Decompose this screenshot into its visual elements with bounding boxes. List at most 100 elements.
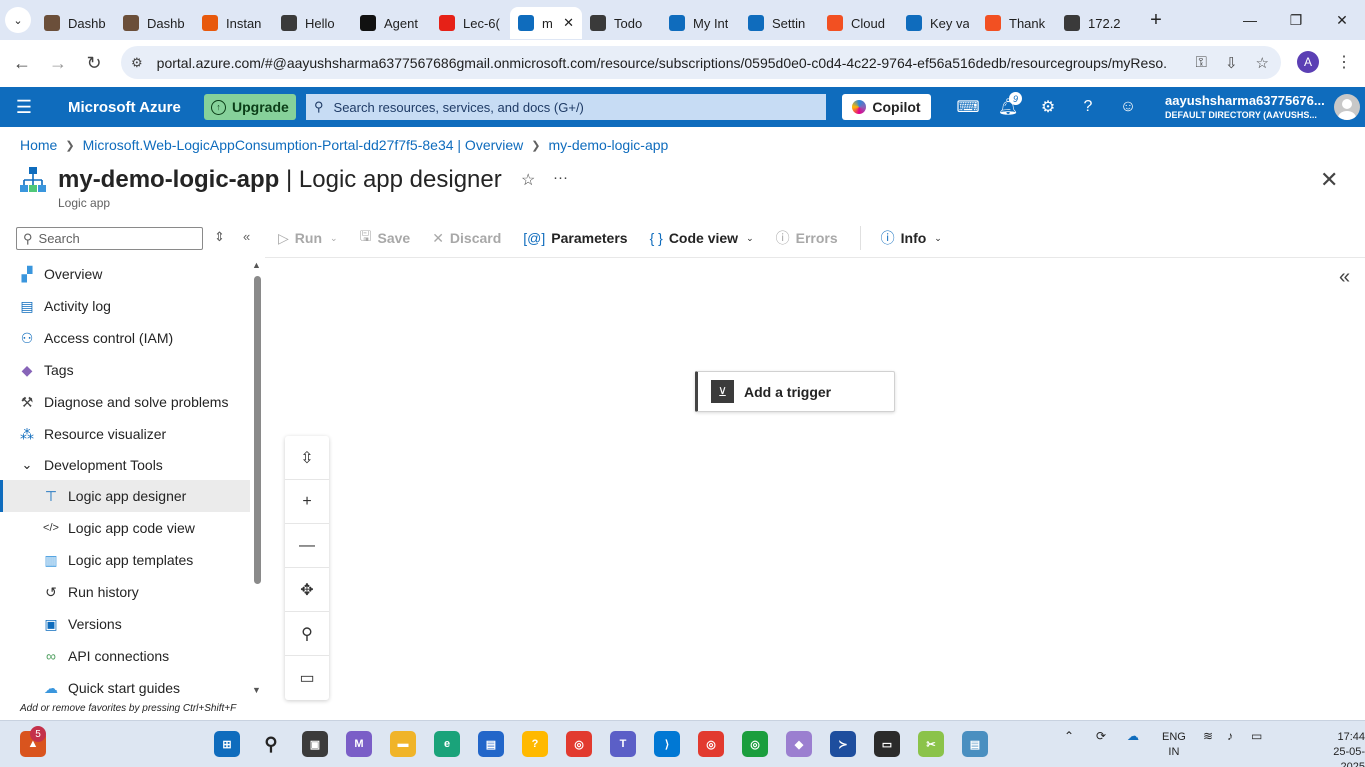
sidebar-group-development-tools[interactable]: ⌄ Development Tools (0, 450, 250, 480)
edge-icon[interactable]: e (434, 731, 460, 757)
back-button[interactable]: ← (4, 45, 40, 81)
breadcrumb-current[interactable]: my-demo-logic-app (549, 137, 669, 153)
browser-profile-avatar[interactable]: A (1297, 51, 1319, 73)
battery-icon[interactable]: ▭ (1251, 729, 1262, 743)
fit-to-screen-icon[interactable]: ⇳ (285, 436, 329, 480)
browser-tab[interactable]: My Int (661, 7, 740, 39)
breadcrumb-parent[interactable]: Microsoft.Web-LogicAppConsumption-Portal… (83, 137, 524, 153)
help-icon[interactable]: ? (1068, 87, 1108, 127)
zoom-in-icon[interactable]: + (285, 480, 329, 524)
zoom-out-icon[interactable]: — (285, 524, 329, 568)
sidebar-item-resource-visualizer[interactable]: ⁂ Resource visualizer (0, 418, 250, 450)
install-app-icon[interactable]: ⇩ (1225, 54, 1238, 72)
close-window-button[interactable]: ✕ (1319, 0, 1365, 40)
browser-tab[interactable]: 172.2 (1056, 7, 1135, 39)
taskbar-search-icon[interactable]: ⚲ (258, 731, 284, 757)
menu-search-input[interactable]: ⚲ Search (16, 227, 203, 250)
browser-tab[interactable]: m ✕ (510, 7, 582, 39)
info-button[interactable]: ⓘ Info ⌄ (881, 228, 942, 248)
search-canvas-icon[interactable]: ⚲ (285, 612, 329, 656)
browser-menu-icon[interactable]: ⋮ (1336, 52, 1352, 72)
browser-tab[interactable]: Dashb (36, 7, 115, 39)
browser-tab[interactable]: Lec-6( (431, 7, 510, 39)
wifi-icon[interactable]: ≋ (1203, 729, 1213, 743)
close-tab-icon[interactable]: ✕ (563, 15, 574, 31)
tab-search-button[interactable]: ⌄ (0, 0, 36, 40)
teams-icon[interactable]: T (610, 731, 636, 757)
sidebar-item-run-history[interactable]: ↺ Run history (0, 576, 250, 608)
store-icon[interactable]: ▤ (478, 731, 504, 757)
browser-tab[interactable]: Dashb (115, 7, 194, 39)
run-button[interactable]: ▷ Run ⌄ (278, 230, 338, 247)
chrome-icon[interactable]: ◎ (566, 731, 592, 757)
sidebar-item-diagnose-and-solve-problems[interactable]: ⚒ Diagnose and solve problems (0, 386, 250, 418)
m365-icon[interactable]: M (346, 731, 372, 757)
task-view-icon[interactable]: ▣ (302, 731, 328, 757)
close-blade-icon[interactable]: ✕ (1320, 167, 1338, 193)
browser-tab[interactable]: Todo (582, 7, 661, 39)
favorite-star-icon[interactable]: ☆ (521, 170, 535, 190)
sidebar-item-tags[interactable]: ◆ Tags (0, 354, 250, 386)
system-clock[interactable]: 17:44 25-05-2025 (1311, 730, 1365, 767)
restore-button[interactable]: ❐ (1273, 0, 1319, 40)
site-info-icon[interactable]: ⚙ (131, 55, 143, 71)
sidebar-item-logic-app-code-view[interactable]: </> Logic app code view (0, 512, 250, 544)
add-trigger-card[interactable]: ⊻ Add a trigger (695, 371, 895, 412)
account-avatar[interactable] (1334, 94, 1360, 120)
sync-icon[interactable]: ⟳ (1096, 729, 1106, 743)
copilot-taskbar-icon[interactable]: ? (522, 731, 548, 757)
portal-menu-icon[interactable]: ☰ (0, 97, 48, 118)
sidebar-item-logic-app-designer[interactable]: ⊤ Logic app designer (0, 480, 250, 512)
browser-tab[interactable]: Settin (740, 7, 819, 39)
account-menu[interactable]: aayushsharma63775676... DEFAULT DIRECTOR… (1165, 93, 1325, 120)
onedrive-icon[interactable]: ☁ (1127, 729, 1139, 743)
scroll-down-arrow[interactable]: ▼ (252, 685, 261, 695)
chrome-profile-2-icon[interactable]: ◎ (742, 731, 768, 757)
powershell-icon[interactable]: ≻ (830, 731, 856, 757)
sidebar-item-quick-start-guides[interactable]: ☁ Quick start guides (0, 672, 250, 704)
browser-tab[interactable]: Agent (352, 7, 431, 39)
settings-gear-icon[interactable]: ⚙ (1028, 87, 1068, 127)
sidebar-item-access-control-iam[interactable]: ⚇ Access control (IAM) (0, 322, 250, 354)
expand-panel-icon[interactable]: « (1339, 266, 1350, 289)
discard-button[interactable]: ✕ Discard (432, 230, 501, 247)
bookmark-star-icon[interactable]: ☆ (1256, 54, 1269, 72)
cloud-shell-icon[interactable]: ⌨ (948, 87, 988, 127)
breadcrumb-home[interactable]: Home (20, 137, 57, 153)
reload-button[interactable]: ↻ (76, 45, 112, 81)
password-key-icon[interactable]: ⚿ (1196, 54, 1207, 72)
collapse-menu-icon[interactable]: « (243, 229, 250, 244)
file-explorer-icon[interactable]: ▬ (390, 731, 416, 757)
upgrade-button[interactable]: ↑ Upgrade (204, 94, 296, 120)
scroll-up-arrow[interactable]: ▲ (252, 260, 261, 270)
menu-scrollbar-thumb[interactable] (254, 276, 261, 584)
pan-icon[interactable]: ✥ (285, 568, 329, 612)
azure-brand[interactable]: Microsoft Azure (68, 99, 204, 116)
snipping-icon[interactable]: ✂ (918, 731, 944, 757)
save-button[interactable]: 🖫︎ Save (360, 226, 411, 250)
sidebar-item-activity-log[interactable]: ▤ Activity log (0, 290, 250, 322)
chrome-profile-icon[interactable]: ◎ (698, 731, 724, 757)
notifications-icon[interactable]: 🔔︎ 9 (988, 87, 1028, 127)
browser-tab[interactable]: Instan (194, 7, 273, 39)
feedback-icon[interactable]: ☺ (1108, 87, 1148, 127)
vscode-icon[interactable]: ⟩ (654, 731, 680, 757)
minimize-button[interactable]: — (1227, 0, 1273, 40)
remote-desktop-icon[interactable]: ▤ (962, 731, 988, 757)
app-icon[interactable]: ◆ (786, 731, 812, 757)
code-view-button[interactable]: { } Code view ⌄ (650, 230, 754, 246)
volume-icon[interactable]: ♪ (1227, 729, 1233, 743)
parameters-button[interactable]: [@] Parameters (523, 230, 627, 246)
sidebar-item-versions[interactable]: ▣ Versions (0, 608, 250, 640)
browser-tab[interactable]: Thank (977, 7, 1056, 39)
tray-overflow-icon[interactable]: ⌃ (1064, 729, 1074, 743)
minimap-icon[interactable]: ▭ (285, 656, 329, 700)
sidebar-item-api-connections[interactable]: ∞ API connections (0, 640, 250, 672)
sort-icon[interactable]: ⇕ (214, 229, 225, 245)
copilot-button[interactable]: Copilot (842, 94, 931, 120)
language-indicator[interactable]: ENG IN (1162, 730, 1186, 760)
errors-button[interactable]: ⓘ Errors (776, 228, 838, 248)
browser-tab[interactable]: Hello (273, 7, 352, 39)
global-search-input[interactable]: ⚲ Search resources, services, and docs (… (306, 94, 826, 120)
start-menu-icon[interactable]: ⊞ (214, 731, 240, 757)
